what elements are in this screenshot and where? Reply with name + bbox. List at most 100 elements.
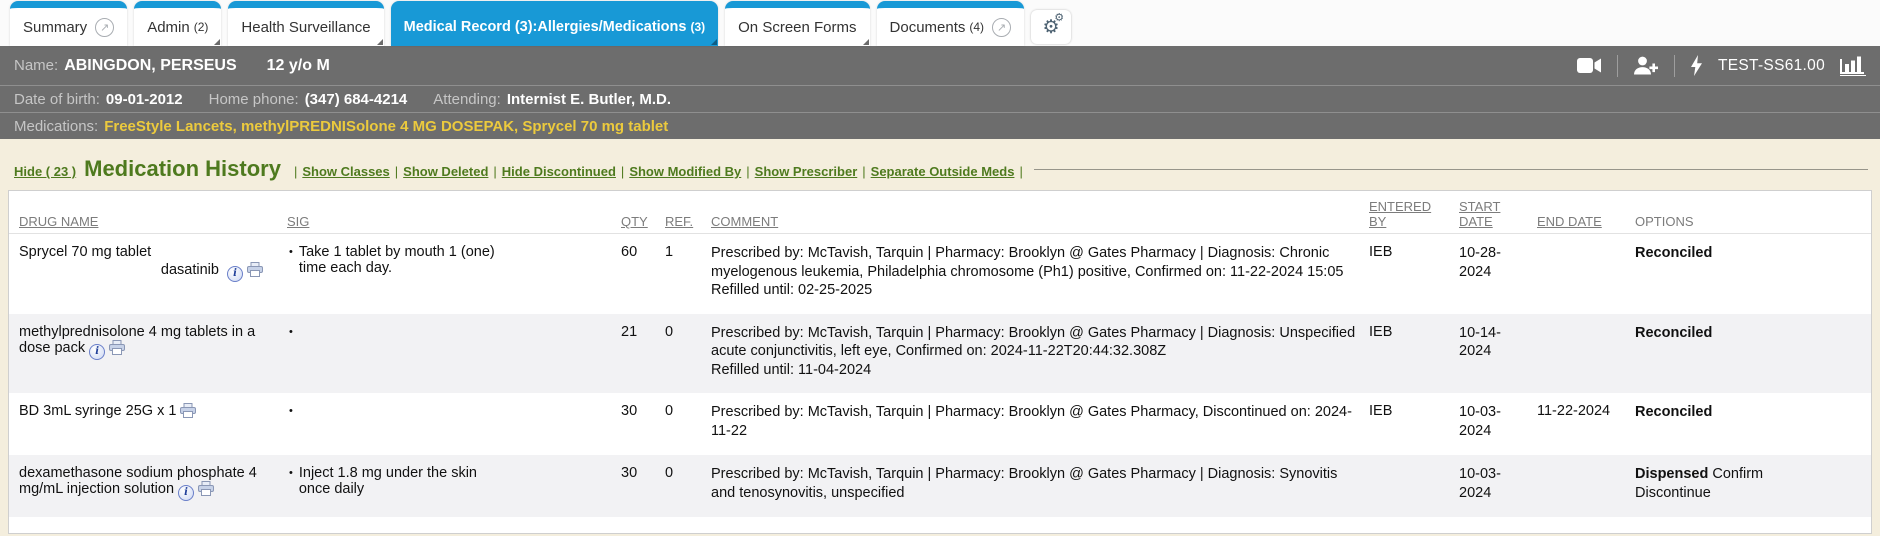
- generic-name: dasatinib: [161, 262, 219, 278]
- drug-info-icon[interactable]: i: [227, 266, 243, 282]
- page-title: Medication History: [84, 156, 281, 182]
- home-phone-label: Home phone:: [209, 91, 299, 108]
- qty-value: 30: [615, 455, 659, 517]
- tab-summary[interactable]: Summary ↗: [10, 1, 127, 46]
- drug-name: methylprednisolone 4 mg tablets in a dos…: [19, 324, 255, 356]
- tab-count: (2): [194, 20, 209, 34]
- start-date-value: 10-28-2024: [1453, 234, 1531, 314]
- patient-name-bar: Name: ABINGDON, PERSEUS 12 y/o M TEST-SS…: [0, 46, 1880, 85]
- dropdown-corner-icon: [214, 39, 220, 45]
- table-header-row: DRUG NAME SIG QTY REF. COMMENT ENTERED BY STAR…: [9, 191, 1871, 234]
- dropdown-corner-icon: [863, 39, 869, 45]
- refills-value: 0: [659, 455, 705, 517]
- bar-chart-icon[interactable]: [1840, 55, 1866, 76]
- medication-history-header: Hide ( 23 ) Medication History | Show Cla…: [0, 139, 1880, 190]
- open-in-new-icon: ↗: [992, 18, 1011, 37]
- settings-button[interactable]: ⚙ ⚙: [1031, 10, 1071, 44]
- medications-label: Medications:: [14, 118, 98, 135]
- option-status: Reconciled: [1635, 325, 1712, 341]
- sig-bullet: •: [289, 467, 293, 497]
- column-header-drug-name[interactable]: DRUG NAME: [19, 214, 98, 229]
- print-icon[interactable]: [180, 403, 196, 422]
- medications-list: FreeStyle Lancets, methylPREDNISolone 4 …: [104, 118, 668, 135]
- tab-health-surveillance[interactable]: Health Surveillance: [228, 1, 383, 46]
- divider: [1617, 55, 1618, 77]
- column-header-start-date[interactable]: START DATE: [1459, 199, 1500, 229]
- tab-label: Medical Record (3):Allergies/Medications: [404, 19, 687, 35]
- entered-by-value: [1363, 455, 1453, 517]
- tab-bar: Summary ↗ Admin (2) Health Surveillance …: [0, 0, 1880, 46]
- table-row: methylprednisolone 4 mg tablets in a dos…: [9, 314, 1871, 394]
- demographics-bar: Date of birth: 09-01-2012 Home phone: (3…: [0, 85, 1880, 112]
- medication-table: DRUG NAME SIG QTY REF. COMMENT ENTERED BY STAR…: [9, 191, 1871, 517]
- drug-info-icon[interactable]: i: [178, 485, 194, 501]
- entered-by-value: IEB: [1363, 234, 1453, 314]
- qty-value: 60: [615, 234, 659, 314]
- sig-bullet: •: [289, 405, 293, 417]
- refilled-until-text: Refilled until: 11-04-2024: [711, 361, 1357, 380]
- link-separate-outside-meds[interactable]: Separate Outside Meds: [871, 164, 1015, 179]
- link-show-classes[interactable]: Show Classes: [302, 164, 389, 179]
- entered-by-value: IEB: [1363, 314, 1453, 394]
- attending-value: Internist E. Butler, M.D.: [507, 91, 671, 108]
- column-header-sig[interactable]: SIG: [287, 214, 309, 229]
- attending-label: Attending:: [433, 91, 501, 108]
- tab-medical-record-3-allergies-medications[interactable]: Medical Record (3):Allergies/Medications…: [391, 1, 719, 46]
- tab-count: (3): [690, 20, 705, 34]
- option-status: Reconciled: [1635, 245, 1712, 261]
- tab-label: Health Surveillance: [241, 19, 370, 36]
- tab-label: Documents: [890, 19, 966, 36]
- comment-text: Prescribed by: McTavish, Tarquin | Pharm…: [711, 465, 1357, 502]
- video-camera-icon[interactable]: [1577, 57, 1602, 74]
- qty-value: 21: [615, 314, 659, 394]
- sig-bullet: •: [289, 246, 293, 276]
- medication-table-panel: DRUG NAME SIG QTY REF. COMMENT ENTERED BY STAR…: [8, 190, 1872, 534]
- qty-value: 30: [615, 393, 659, 455]
- column-header-ref[interactable]: REF.: [665, 214, 693, 229]
- option-status: Dispensed: [1635, 466, 1708, 482]
- column-header-end-date[interactable]: END DATE: [1537, 214, 1602, 229]
- comment-text: Prescribed by: McTavish, Tarquin | Pharm…: [711, 403, 1357, 440]
- end-date-value: 11-22-2024: [1531, 393, 1629, 455]
- tab-admin[interactable]: Admin (2): [134, 1, 221, 46]
- tab-on-screen-forms[interactable]: On Screen Forms: [725, 1, 869, 46]
- comment-text: Prescribed by: McTavish, Tarquin | Pharm…: [711, 244, 1357, 281]
- refilled-until-text: Refilled until: 02-25-2025: [711, 281, 1357, 300]
- start-date-value: 10-14-2024: [1453, 314, 1531, 394]
- link-hide-discontinued[interactable]: Hide Discontinued: [502, 164, 616, 179]
- end-date-value: [1531, 455, 1629, 517]
- column-header-comment[interactable]: COMMENT: [711, 214, 778, 229]
- gears-icon-small: ⚙: [1054, 13, 1064, 24]
- drug-info-icon[interactable]: i: [89, 344, 105, 360]
- tab-documents[interactable]: Documents (4) ↗: [877, 1, 1025, 46]
- column-header-entered-by[interactable]: ENTERED BY: [1369, 199, 1431, 229]
- drug-name: Sprycel 70 mg tablet: [19, 244, 151, 260]
- link-show-prescriber[interactable]: Show Prescriber: [755, 164, 858, 179]
- hide-count-link[interactable]: Hide ( 23 ): [14, 164, 76, 179]
- print-icon[interactable]: [198, 481, 214, 500]
- link-show-deleted[interactable]: Show Deleted: [403, 164, 488, 179]
- account-code: TEST-SS61.00: [1718, 57, 1825, 75]
- link-show-modified-by[interactable]: Show Modified By: [629, 164, 741, 179]
- person-add-icon[interactable]: [1633, 56, 1659, 75]
- separator: |: [862, 164, 865, 179]
- divider-line: [1034, 169, 1868, 170]
- print-icon[interactable]: [109, 340, 125, 359]
- divider: [1674, 55, 1675, 77]
- end-date-value: [1531, 234, 1629, 314]
- home-phone-value: (347) 684-4214: [305, 91, 408, 108]
- separator: |: [395, 164, 398, 179]
- table-row: BD 3mL syringe 25G x 1 • 30 0 Prescribed…: [9, 393, 1871, 455]
- tab-label: Summary: [23, 19, 87, 36]
- print-icon[interactable]: [247, 262, 263, 281]
- comment-text: Prescribed by: McTavish, Tarquin | Pharm…: [711, 324, 1357, 361]
- table-row: Sprycel 70 mg tablet dasatinib i • Take …: [9, 234, 1871, 314]
- sig-text: Take 1 tablet by mouth 1 (one) time each…: [299, 244, 511, 276]
- column-header-qty[interactable]: QTY: [621, 214, 648, 229]
- start-date-value: 10-03-2024: [1453, 455, 1531, 517]
- lightning-bolt-icon[interactable]: [1690, 55, 1703, 76]
- refills-value: 1: [659, 234, 705, 314]
- drug-name: BD 3mL syringe 25G x 1: [19, 403, 176, 419]
- separator: |: [294, 164, 297, 179]
- sig-text: Inject 1.8 mg under the skin once daily: [299, 465, 511, 497]
